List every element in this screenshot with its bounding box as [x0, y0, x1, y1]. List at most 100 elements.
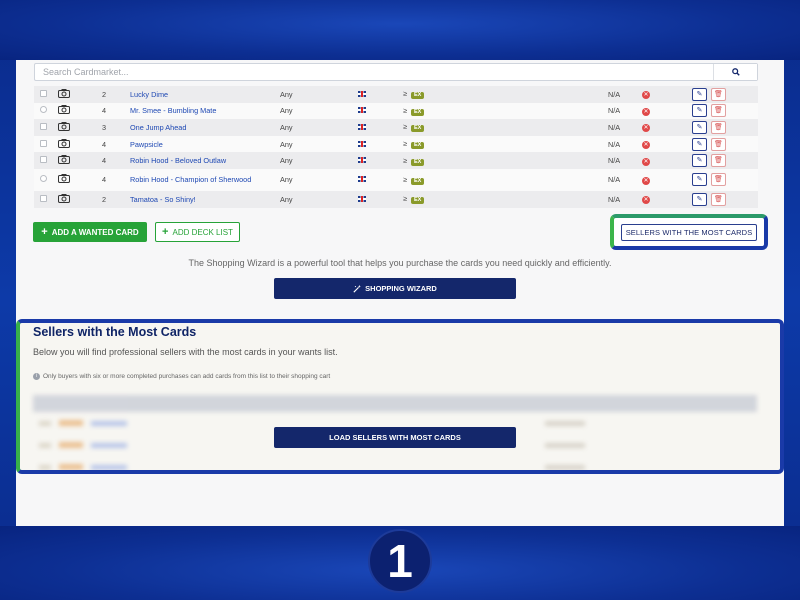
close-icon[interactable]: ✕	[642, 196, 650, 205]
row-checkbox[interactable]	[40, 106, 47, 114]
uk-flag-icon	[358, 123, 366, 130]
condition-prefix: ≥	[403, 155, 408, 165]
condition-prefix: ≥	[403, 194, 408, 204]
add-deck-list-button[interactable]: + ADD DECK LIST	[155, 222, 240, 242]
card-name-link[interactable]: Tamatoa - So Shiny!	[130, 195, 196, 204]
camera-icon[interactable]	[58, 121, 70, 131]
edit-button[interactable]: ✎	[692, 104, 707, 118]
delete-button[interactable]: 🗑	[711, 120, 726, 134]
camera-icon[interactable]	[58, 174, 70, 184]
uk-flag-icon	[358, 90, 366, 97]
search-button[interactable]	[713, 64, 757, 80]
row-price: N/A	[608, 86, 642, 103]
row-checkbox[interactable]	[40, 89, 47, 97]
row-quantity: 3	[102, 119, 130, 136]
camera-icon[interactable]	[58, 105, 70, 115]
plus-icon: +	[41, 226, 48, 238]
card-name-link[interactable]: One Jump Ahead	[130, 123, 186, 132]
camera-icon[interactable]	[58, 193, 70, 203]
delete-button[interactable]: 🗑	[711, 104, 726, 118]
close-icon[interactable]: ✕	[642, 124, 650, 133]
condition-badge: EX	[411, 142, 425, 150]
close-icon[interactable]: ✕	[642, 91, 650, 100]
row-language: Any	[280, 190, 358, 208]
edit-button[interactable]: ✎	[692, 154, 707, 168]
edit-button[interactable]: ✎	[692, 87, 707, 101]
wants-page: 2 Lucky Dime Any ≥EX N/A ✕ ✎🗑 4 Mr. Smee…	[16, 60, 784, 526]
sellers-subtitle: Below you will find professional sellers…	[33, 347, 338, 357]
close-icon[interactable]: ✕	[642, 107, 650, 116]
condition-badge: EX	[411, 158, 425, 166]
row-checkbox[interactable]	[40, 156, 47, 164]
table-row: 4 Pawpsicle Any ≥ EX N/A ✕ ✎ 🗑	[34, 135, 758, 153]
camera-icon[interactable]	[58, 155, 70, 165]
row-price: N/A	[608, 152, 642, 169]
condition-badge: EX	[411, 177, 425, 185]
add-wanted-card-button[interactable]: + ADD A WANTED CARD	[33, 222, 147, 242]
row-price: N/A	[608, 102, 642, 120]
shopping-wizard-button[interactable]: SHOPPING WIZARD	[274, 278, 516, 299]
row-price: N/A	[608, 119, 642, 136]
edit-button[interactable]: ✎	[692, 173, 707, 187]
close-icon[interactable]: ✕	[642, 157, 650, 166]
delete-button[interactable]: 🗑	[711, 173, 726, 187]
edit-button[interactable]: ✎	[692, 192, 707, 206]
row-language: Any	[280, 135, 358, 153]
edit-button[interactable]: ✎	[692, 137, 707, 151]
condition-prefix: ≥	[403, 174, 408, 184]
uk-flag-icon	[358, 176, 366, 183]
row-price: N/A	[608, 190, 642, 208]
row-quantity: 4	[102, 135, 130, 153]
row-quantity: 4	[102, 168, 130, 191]
row-quantity: 2	[102, 190, 130, 208]
sellers-note: i Only buyers with six or more completed…	[33, 373, 330, 380]
plus-icon: +	[162, 226, 169, 238]
card-name-link[interactable]: Pawpsicle	[130, 140, 163, 149]
condition-badge: EX	[411, 108, 425, 116]
sellers-section: Sellers with the Most Cards Below you wi…	[16, 319, 784, 474]
highlight-frame: SELLERS WITH THE MOST CARDS	[610, 214, 768, 250]
edit-button[interactable]: ✎	[692, 120, 707, 134]
card-name-link[interactable]: Robin Hood - Champion of Sherwood	[130, 175, 251, 184]
table-row: 2 Tamatoa - So Shiny! Any ≥ EX N/A ✕ ✎ 🗑	[34, 190, 758, 208]
row-checkbox[interactable]	[40, 122, 47, 130]
row-language: Any	[280, 152, 358, 169]
table-row: 4 Mr. Smee - Bumbling Mate Any ≥ EX N/A ✕…	[34, 102, 758, 120]
condition-prefix: ≥	[403, 89, 408, 99]
uk-flag-icon	[358, 195, 366, 202]
delete-button[interactable]: 🗑	[711, 192, 726, 206]
table-row: 4 Robin Hood - Beloved Outlaw Any ≥ EX N/…	[34, 152, 758, 169]
search-bar	[34, 63, 758, 81]
camera-icon[interactable]	[58, 88, 70, 98]
delete-button[interactable]: 🗑	[711, 154, 726, 168]
condition-prefix: ≥	[403, 139, 408, 149]
row-price: N/A	[608, 168, 642, 191]
camera-icon[interactable]	[58, 138, 70, 148]
magic-wand-icon	[353, 284, 361, 293]
uk-flag-icon	[358, 140, 366, 147]
table-row: 3 One Jump Ahead Any ≥ EX N/A ✕ ✎ 🗑	[34, 119, 758, 136]
sellers-most-cards-button[interactable]: SELLERS WITH THE MOST CARDS	[621, 224, 757, 241]
card-name-link[interactable]: Mr. Smee - Bumbling Mate	[130, 106, 216, 115]
wants-table: 2 Lucky Dime Any ≥ EX N/A ✕ ✎ 🗑 4 Mr. Smee…	[34, 86, 758, 208]
step-number-badge: 1	[368, 529, 432, 593]
condition-badge: EX	[411, 125, 425, 133]
top-banner	[0, 0, 800, 60]
uk-flag-icon	[358, 157, 366, 164]
sellers-title: Sellers with the Most Cards	[33, 325, 197, 339]
load-sellers-button[interactable]: LOAD SELLERS WITH MOST CARDS	[274, 427, 516, 448]
card-name-link[interactable]: Lucky Dime	[130, 90, 168, 99]
delete-button[interactable]: 🗑	[711, 87, 726, 101]
delete-button[interactable]: 🗑	[711, 137, 726, 151]
row-language: Any	[280, 102, 358, 120]
row-checkbox[interactable]	[40, 194, 47, 202]
row-checkbox[interactable]	[40, 175, 47, 183]
search-input[interactable]	[35, 64, 695, 80]
row-language: Any	[280, 168, 358, 191]
close-icon[interactable]: ✕	[642, 141, 650, 150]
close-icon[interactable]: ✕	[642, 176, 650, 185]
card-name-link[interactable]: Robin Hood - Beloved Outlaw	[130, 156, 226, 165]
row-language: Any	[280, 86, 358, 103]
row-checkbox[interactable]	[40, 139, 47, 147]
uk-flag-icon	[358, 107, 366, 114]
